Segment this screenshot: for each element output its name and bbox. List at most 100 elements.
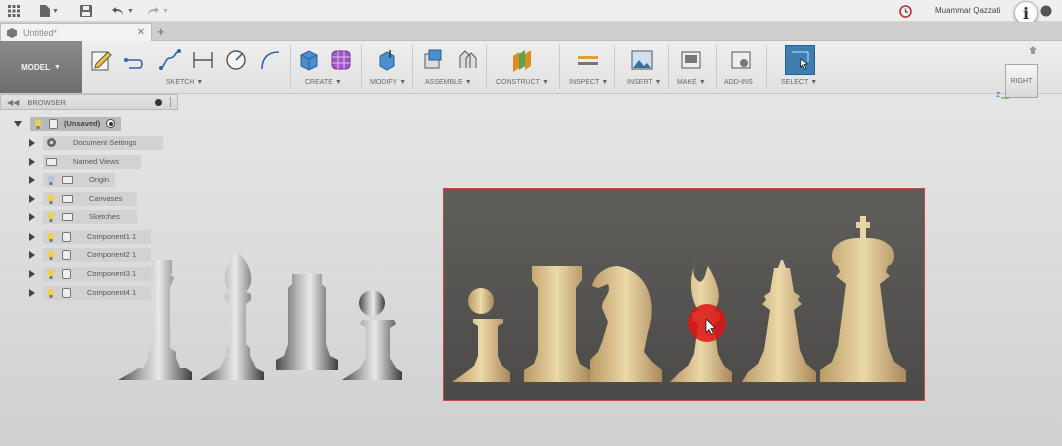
plane-icon	[513, 50, 531, 72]
browser-title: BROWSER	[27, 97, 67, 107]
bishop-model[interactable]	[200, 252, 264, 380]
visibility-bulb-icon[interactable]	[46, 175, 56, 185]
expand-toggle-icon[interactable]	[29, 212, 35, 221]
spline-tool-button[interactable]	[157, 47, 183, 73]
workspace-switcher[interactable]: MODEL ▼	[0, 41, 82, 93]
browser-item-origin[interactable]: Origin	[29, 172, 115, 187]
browser-item-sketches[interactable]: Sketches	[29, 209, 137, 224]
scripts-addins-button[interactable]	[728, 47, 754, 73]
press-pull-button[interactable]	[374, 47, 400, 73]
dimension-tool-button[interactable]	[190, 47, 216, 73]
pawn-model[interactable]	[342, 290, 402, 380]
divider	[766, 45, 767, 89]
ribbon-group-assemble[interactable]: ASSEMBLE ▼	[425, 79, 472, 86]
browser-root[interactable]: (Unsaved)	[14, 116, 122, 131]
photo-queen	[742, 260, 816, 382]
visibility-bulb-icon[interactable]	[46, 269, 56, 279]
visibility-bulb-icon[interactable]	[46, 288, 56, 298]
viewcube[interactable]: RIGHT	[1005, 64, 1038, 98]
visibility-bulb-icon[interactable]	[46, 250, 56, 260]
form-button[interactable]	[328, 47, 354, 73]
measure-button[interactable]	[575, 47, 601, 73]
chevron-down-icon: ▼	[52, 7, 59, 15]
ribbon-group-sketch[interactable]: SKETCH ▼	[166, 79, 203, 86]
file-menu-button[interactable]: ▼	[40, 3, 59, 19]
divider	[614, 45, 615, 89]
offset-plane-button[interactable]	[509, 47, 535, 73]
expand-toggle-icon[interactable]	[29, 157, 35, 166]
expand-toggle-icon[interactable]	[29, 175, 35, 184]
axis-triad-icon	[1001, 97, 1009, 99]
help-icon	[1040, 5, 1052, 17]
job-status-button[interactable]	[899, 3, 912, 19]
cursor-arrow-icon	[792, 51, 809, 70]
photo-knight	[590, 266, 662, 382]
collapse-panel-icon[interactable]: ◀◀	[7, 98, 19, 107]
activate-radio-icon[interactable]	[106, 119, 116, 128]
ribbon-group-add-ins[interactable]: ADD-INS	[724, 79, 753, 86]
browser-node[interactable]: Sketches	[43, 209, 137, 224]
arc-tool-button[interactable]	[257, 47, 283, 73]
save-button[interactable]	[80, 3, 92, 19]
ribbon-group-make[interactable]: MAKE ▼	[677, 79, 706, 86]
browser-item-named-views[interactable]: Named Views	[29, 154, 141, 169]
home-view-icon[interactable]	[1029, 46, 1037, 54]
rook-model[interactable]	[276, 274, 338, 370]
user-name[interactable]: Muammar Qazzati	[935, 6, 1000, 15]
browser-item-canvases[interactable]: Canvases	[29, 191, 137, 206]
3d-print-button[interactable]	[678, 47, 704, 73]
close-icon[interactable]: ✕	[137, 27, 145, 38]
visibility-bulb-icon[interactable]	[46, 194, 56, 204]
image-icon	[631, 50, 653, 70]
canvas-button[interactable]	[629, 47, 655, 73]
expand-toggle-icon[interactable]	[29, 194, 35, 203]
ribbon-group-construct[interactable]: CONSTRUCT ▼	[496, 79, 549, 86]
browser-node[interactable]: Document Settings	[43, 135, 163, 150]
ribbon-group-select[interactable]: SELECT ▼	[781, 79, 817, 86]
expand-toggle-icon[interactable]	[29, 269, 35, 278]
visibility-bulb-icon[interactable]	[46, 232, 56, 242]
divider	[559, 45, 560, 89]
browser-node[interactable]: Origin	[43, 172, 115, 187]
create-sketch-button[interactable]	[89, 47, 115, 73]
browser-node[interactable]: Canvases	[43, 191, 137, 206]
visibility-bulb-icon[interactable]	[46, 212, 56, 222]
ribbon-group-inspect[interactable]: INSPECT ▼	[569, 79, 608, 86]
expand-toggle-icon[interactable]	[14, 120, 22, 127]
new-tab-button[interactable]: +	[157, 24, 165, 39]
expand-toggle-icon[interactable]	[29, 288, 35, 297]
reference-canvas-image[interactable]	[443, 188, 925, 401]
measure-icon	[578, 56, 598, 65]
photo-king	[820, 216, 906, 382]
browser-node[interactable]: Named Views	[43, 154, 141, 169]
redo-button[interactable]: ▼	[146, 3, 169, 19]
ribbon-group-modify[interactable]: MODIFY ▼	[370, 79, 406, 86]
new-component-button[interactable]	[420, 47, 446, 73]
joint-button[interactable]	[455, 47, 481, 73]
browser-panel-header[interactable]: ◀◀ BROWSER	[0, 94, 178, 110]
ribbon-group-insert[interactable]: INSERT ▼	[627, 79, 661, 86]
apps-grid-icon[interactable]	[8, 3, 20, 19]
redo-icon	[148, 7, 159, 15]
line-tool-button[interactable]	[122, 47, 148, 73]
browser-item-document-settings[interactable]: Document Settings	[29, 135, 163, 150]
mouse-pointer-icon	[705, 318, 716, 336]
queen-model[interactable]	[118, 260, 192, 380]
save-icon	[80, 5, 92, 17]
expand-toggle-icon[interactable]	[29, 138, 35, 147]
help-button[interactable]	[1040, 3, 1052, 19]
pin-icon[interactable]	[155, 98, 162, 106]
chess-models[interactable]	[110, 225, 410, 385]
document-tab[interactable]: Untitled* ✕	[0, 23, 152, 41]
visibility-bulb-icon[interactable]	[33, 119, 43, 129]
extrude-button[interactable]	[296, 47, 322, 73]
folder-icon	[62, 194, 73, 203]
undo-button[interactable]: ▼	[111, 3, 134, 19]
ribbon-group-create[interactable]: CREATE ▼	[305, 79, 342, 86]
expand-toggle-icon[interactable]	[29, 232, 35, 241]
root-node[interactable]: (Unsaved)	[30, 116, 122, 131]
select-button[interactable]	[785, 45, 815, 75]
circle-tool-button[interactable]	[223, 47, 249, 73]
expand-toggle-icon[interactable]	[29, 250, 35, 259]
folder-icon	[62, 212, 73, 221]
